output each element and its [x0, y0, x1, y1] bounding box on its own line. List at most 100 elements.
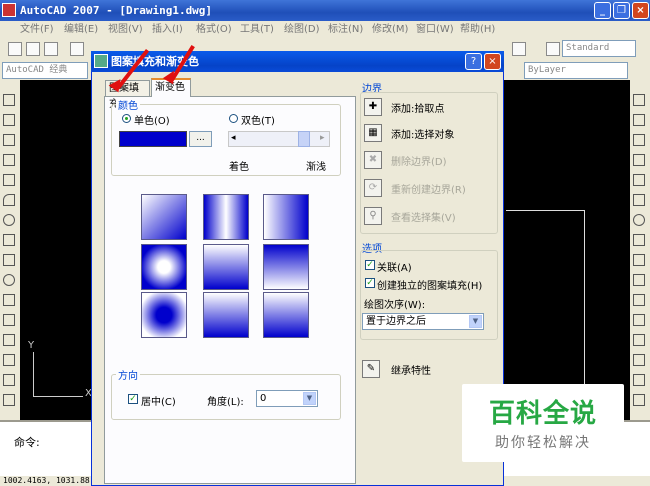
recreate-boundary-icon: ⟳ — [364, 179, 382, 197]
hatch-icon[interactable] — [3, 354, 15, 366]
two-color-radio[interactable] — [229, 114, 238, 123]
insert-block-icon[interactable] — [3, 294, 15, 306]
drawing-line — [506, 210, 584, 211]
rectangle-icon[interactable] — [3, 174, 15, 186]
one-color-radio[interactable] — [122, 114, 131, 123]
color-group-title: 颜色 — [116, 97, 140, 112]
menu-dimension[interactable]: 标注(N) — [328, 21, 363, 38]
erase-icon[interactable] — [633, 94, 645, 106]
hatch-dialog-icon — [94, 54, 108, 68]
draw-order-select[interactable]: 置于边界之后 ▼ — [362, 313, 484, 330]
dialog-close-button[interactable]: × — [484, 53, 501, 70]
menu-file[interactable]: 文件(F) — [20, 21, 54, 38]
rotate-icon[interactable] — [633, 214, 645, 226]
stretch-icon[interactable] — [633, 254, 645, 266]
menu-tools[interactable]: 工具(T) — [240, 21, 274, 38]
angle-select[interactable]: 0 ▼ — [256, 390, 318, 407]
pick-points-icon[interactable]: ✚ — [364, 98, 382, 116]
dialog-title-bar[interactable]: 图案填充和渐变色 — [91, 51, 504, 72]
menu-window[interactable]: 窗口(W) — [416, 21, 454, 38]
shade-tint-slider[interactable] — [228, 131, 330, 147]
join-icon[interactable] — [633, 334, 645, 346]
text-style-icon[interactable] — [546, 42, 560, 56]
region-icon[interactable] — [3, 394, 15, 406]
ellipse-icon[interactable] — [3, 274, 15, 286]
construction-line-icon[interactable] — [3, 114, 15, 126]
minimize-button[interactable]: _ — [594, 2, 611, 19]
help-icon[interactable] — [512, 42, 526, 56]
spline-icon[interactable] — [3, 254, 15, 266]
gradient-hemispherical-swatch[interactable] — [203, 244, 249, 290]
one-color-label: 单色(O) — [134, 116, 170, 127]
menu-draw[interactable]: 绘图(D) — [284, 21, 320, 38]
slider-right-arrow-icon[interactable]: ▸ — [320, 133, 325, 143]
app-close-button[interactable]: × — [632, 2, 649, 19]
gradient-cylinder-swatch[interactable] — [203, 194, 249, 240]
open-icon[interactable] — [26, 42, 40, 56]
create-separate-checkbox[interactable]: ✓ — [365, 278, 375, 288]
menu-view[interactable]: 视图(V) — [108, 21, 143, 38]
view-selections-icon: ⚲ — [364, 207, 382, 225]
move-icon[interactable] — [633, 194, 645, 206]
associative-checkbox[interactable]: ✓ — [365, 260, 375, 270]
save-icon[interactable] — [44, 42, 58, 56]
chamfer-icon[interactable] — [633, 354, 645, 366]
new-icon[interactable] — [8, 42, 22, 56]
centered-checkbox[interactable]: ✓ — [128, 394, 138, 404]
gradient-invcurved-swatch[interactable] — [263, 292, 309, 338]
break-icon[interactable] — [633, 314, 645, 326]
workspace-combo[interactable]: AutoCAD 经典 — [2, 62, 88, 79]
inherit-properties-label[interactable]: 继承特性 — [391, 362, 431, 377]
slider-thumb[interactable] — [298, 131, 310, 147]
remove-boundaries-icon: ✖ — [364, 151, 382, 169]
polygon-icon[interactable] — [3, 154, 15, 166]
explode-icon[interactable] — [633, 394, 645, 406]
scale-icon[interactable] — [633, 234, 645, 246]
gradient-linear-swatch[interactable] — [141, 194, 187, 240]
make-block-icon[interactable] — [3, 314, 15, 326]
plot-icon[interactable] — [70, 42, 84, 56]
menu-modify[interactable]: 修改(M) — [372, 21, 408, 38]
shade-label: 着色 — [229, 162, 249, 173]
color-swatch[interactable] — [119, 131, 187, 147]
select-objects-label[interactable]: 添加:选择对象 — [391, 126, 454, 141]
command-prompt: 命令: — [14, 436, 40, 449]
extend-icon[interactable] — [633, 294, 645, 306]
polyline-icon[interactable] — [3, 134, 15, 146]
copy-icon[interactable] — [633, 114, 645, 126]
menu-insert[interactable]: 插入(I) — [152, 21, 183, 38]
revision-cloud-icon[interactable] — [3, 234, 15, 246]
chevron-down-icon[interactable]: ▼ — [469, 315, 482, 328]
chevron-down-icon[interactable]: ▼ — [303, 392, 316, 405]
offset-icon[interactable] — [633, 154, 645, 166]
centered-label: 居中(C) — [141, 397, 176, 408]
choose-color-button[interactable]: ... — [189, 131, 212, 147]
gradient-invcylinder-swatch[interactable] — [263, 194, 309, 240]
point-icon[interactable] — [3, 334, 15, 346]
gradient-invhemispherical-swatch[interactable] — [203, 292, 249, 338]
mirror-icon[interactable] — [633, 134, 645, 146]
ucs-y-label: Y — [28, 340, 35, 351]
gradient-curved-swatch[interactable] — [263, 244, 309, 290]
text-style-combo[interactable]: Standard — [562, 40, 636, 57]
gradient-invspherical-swatch[interactable] — [141, 292, 187, 338]
select-objects-icon[interactable]: ▦ — [364, 124, 382, 142]
line-tool-icon[interactable] — [3, 94, 15, 106]
menu-help[interactable]: 帮助(H) — [460, 21, 495, 38]
gradient-icon[interactable] — [3, 374, 15, 386]
trim-icon[interactable] — [633, 274, 645, 286]
layer-combo[interactable]: ByLayer — [524, 62, 628, 79]
array-icon[interactable] — [633, 174, 645, 186]
arc-icon[interactable] — [3, 194, 15, 206]
menu-edit[interactable]: 编辑(E) — [64, 21, 98, 38]
restore-button[interactable]: ❐ — [613, 2, 630, 19]
gradient-spherical-swatch[interactable] — [141, 244, 187, 290]
circle-icon[interactable] — [3, 214, 15, 226]
fillet-icon[interactable] — [633, 374, 645, 386]
menu-format[interactable]: 格式(O) — [196, 21, 232, 38]
slider-left-arrow-icon[interactable]: ◂ — [231, 133, 236, 143]
draw-order-label: 绘图次序(W): — [364, 300, 426, 311]
dialog-help-button[interactable]: ? — [465, 53, 482, 70]
pick-points-label[interactable]: 添加:拾取点 — [391, 100, 444, 115]
inherit-properties-icon[interactable]: ✎ — [362, 360, 380, 378]
